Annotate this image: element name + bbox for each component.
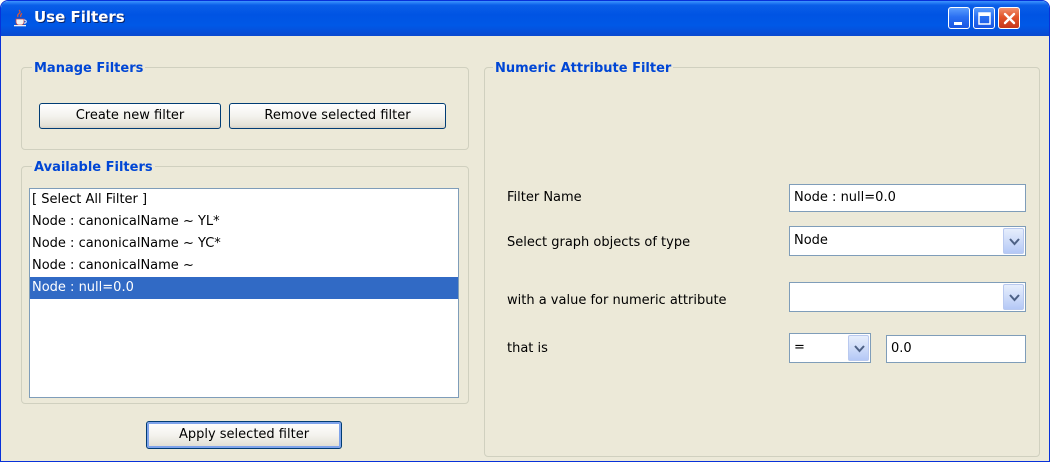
close-button[interactable] (998, 7, 1020, 29)
apply-filter-button[interactable]: Apply selected filter (146, 421, 342, 449)
threshold-value-field[interactable]: 0.0 (886, 335, 1026, 363)
title-bar[interactable]: Use Filters (1, 1, 1049, 36)
create-filter-button[interactable]: Create new filter (39, 103, 221, 129)
list-item[interactable]: Node : canonicalName ~ (30, 255, 458, 277)
maximize-button[interactable] (973, 7, 995, 29)
numeric-attribute-dropdown-button[interactable] (1003, 284, 1024, 310)
operator-dropdown-button[interactable] (848, 335, 869, 361)
maximize-icon (978, 12, 991, 25)
use-filters-window: Use Filters Manage Filters Create new fi… (0, 0, 1050, 462)
operator-select[interactable]: = (789, 333, 871, 363)
chevron-down-icon (854, 345, 865, 353)
available-filters-legend: Available Filters (32, 160, 155, 175)
filters-list[interactable]: [ Select All Filter ] Node : canonicalNa… (29, 188, 459, 398)
remove-filter-button[interactable]: Remove selected filter (229, 103, 446, 129)
list-item-selected[interactable]: Node : null=0.0 (30, 277, 458, 299)
dialog-content: Manage Filters Create new filter Remove … (4, 36, 1046, 460)
list-item[interactable]: [ Select All Filter ] (30, 189, 458, 211)
minimize-icon (954, 22, 962, 25)
window-title: Use Filters (34, 8, 125, 26)
chevron-down-icon (1009, 238, 1020, 246)
operator-value: = (794, 340, 805, 355)
numeric-attribute-filter-group (484, 67, 1040, 457)
object-type-label: Select graph objects of type (507, 235, 691, 250)
numeric-attribute-select[interactable] (789, 282, 1026, 312)
filter-name-label: Filter Name (507, 190, 582, 205)
chevron-down-icon (1009, 294, 1020, 302)
minimize-button[interactable] (948, 7, 970, 29)
filter-name-field[interactable]: Node : null=0.0 (789, 184, 1026, 212)
list-item[interactable]: Node : canonicalName ~ YC* (30, 233, 458, 255)
close-icon (1003, 12, 1016, 25)
numeric-attribute-label: with a value for numeric attribute (507, 293, 727, 308)
list-item[interactable]: Node : canonicalName ~ YL* (30, 211, 458, 233)
object-type-dropdown-button[interactable] (1003, 228, 1024, 254)
numeric-filter-legend: Numeric Attribute Filter (493, 61, 674, 76)
java-cup-icon (11, 9, 29, 27)
object-type-value: Node (794, 233, 828, 248)
manage-filters-legend: Manage Filters (32, 61, 146, 76)
that-is-label: that is (507, 341, 548, 356)
object-type-select[interactable]: Node (789, 226, 1026, 256)
